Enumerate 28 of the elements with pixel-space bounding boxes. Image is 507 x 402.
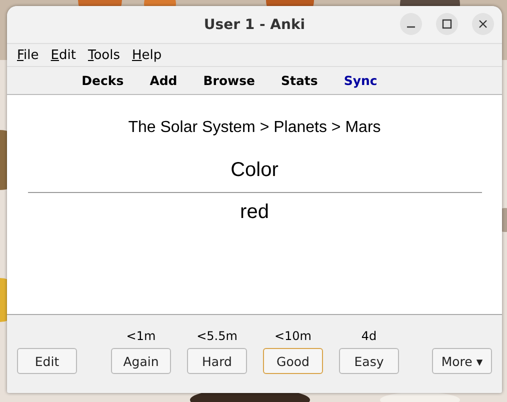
interval-label: <10m <box>274 329 312 343</box>
toolbar-link[interactable]: Stats <box>281 73 318 88</box>
answer-button[interactable]: Hard <box>187 348 247 374</box>
maximize-icon <box>442 19 452 29</box>
toolbar-link[interactable]: Browse <box>203 73 256 88</box>
window-title: User 1 - Anki <box>204 16 306 32</box>
toolbar-link[interactable]: Sync <box>344 73 378 88</box>
toolbar-link[interactable]: Decks <box>82 73 124 88</box>
menu-item[interactable]: Help <box>132 48 162 62</box>
minimize-icon <box>406 26 416 28</box>
answer-button[interactable]: Good <box>263 348 323 374</box>
menu-item[interactable]: File <box>17 48 39 62</box>
card-question: Color <box>230 159 278 182</box>
maximize-button[interactable] <box>436 13 458 35</box>
menu-item[interactable]: Edit <box>50 48 76 62</box>
deck-path: The Solar System > Planets > Mars <box>128 119 381 137</box>
interval-label: <5.5m <box>196 329 238 343</box>
close-icon <box>478 19 488 29</box>
more-button[interactable]: More ▾ <box>432 348 492 374</box>
answer-button[interactable]: Again <box>111 348 171 374</box>
interval-label: <1m <box>126 329 156 343</box>
edit-button[interactable]: Edit <box>17 348 77 374</box>
close-button[interactable] <box>472 13 494 35</box>
interval-label: 4d <box>361 329 377 343</box>
answer-button[interactable]: Easy <box>339 348 399 374</box>
card-answer: red <box>240 201 269 224</box>
menu-item[interactable]: Tools <box>88 48 120 62</box>
toolbar-link[interactable]: Add <box>150 73 178 88</box>
